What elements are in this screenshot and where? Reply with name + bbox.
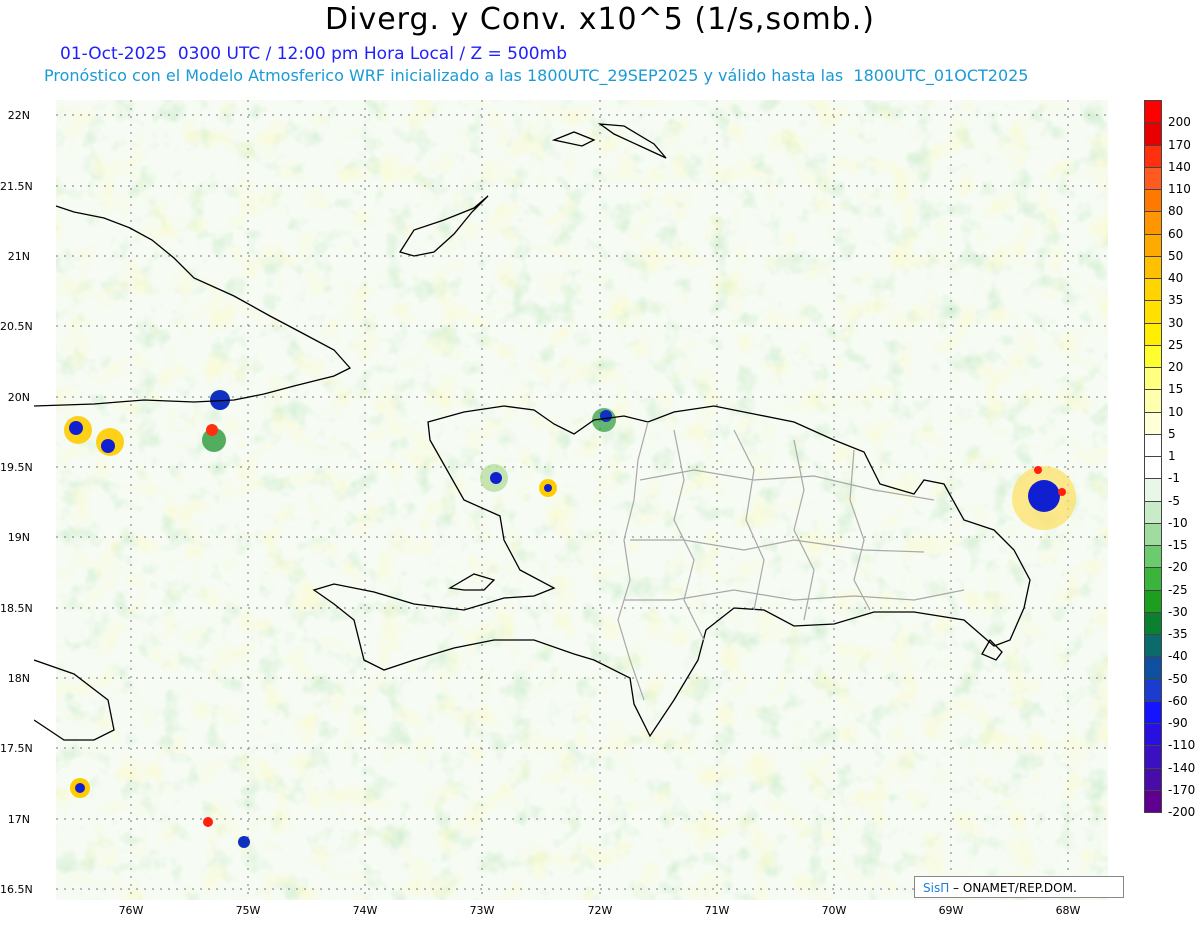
lat-label: 20N [7,391,30,404]
colorbar-label: 80 [1168,204,1184,219]
lat-label: 21N [7,250,30,263]
colorbar-label: 110 [1168,182,1191,196]
colorbar-swatch [1144,478,1162,502]
map-title: Diverg. y Conv. x10^5 (1/s,somb.) [325,2,875,37]
lat-label: 19.5N [0,461,33,474]
colorbar-swatch [1144,611,1162,635]
colorbar-label: -35 [1168,627,1188,641]
colorbar-swatch [1144,278,1162,302]
colorbar-swatch [1144,389,1162,413]
lat-label: 18.5N [0,602,33,615]
lat-label: 19N [7,531,30,544]
colorbar-swatch [1144,522,1162,546]
colorbar-label: -170 [1168,782,1196,797]
colorbar-swatch [1144,189,1162,213]
colorbar-label: 20 [1168,360,1184,374]
lon-label: 72W [587,904,613,917]
lon-label: 71W [704,904,730,917]
colorbar-swatch [1144,300,1162,324]
colorbar-label: -90 [1168,716,1188,730]
colorbar-label: -20 [1168,560,1188,575]
lon-label: 68W [1055,904,1081,917]
colorbar-label: -200 [1168,805,1196,819]
colorbar-swatch [1144,634,1162,658]
lon-label: 69W [938,904,964,917]
colorbar-swatch [1144,456,1162,480]
colorbar-label: 30 [1168,315,1184,330]
colorbar-label: 1 [1168,449,1176,463]
colorbar-swatch [1144,255,1162,279]
colorbar-swatch [1144,211,1162,235]
colorbar-swatch [1144,344,1162,368]
colorbar-label: -140 [1168,760,1196,775]
credit-text: ONAMET/REP.DOM. [959,881,1077,895]
lat-label: 20.5N [0,320,33,333]
credit-box: SisΠ – ONAMET/REP.DOM. [914,876,1124,898]
lon-label: 75W [235,904,261,917]
model-run-subtitle: Pronóstico con el Modelo Atmosferico WRF… [44,66,1029,85]
colorbar-label: -1 [1168,471,1180,486]
colorbar-swatch [1144,367,1162,391]
lat-label: 17.5N [0,742,33,755]
colorbar-swatch [1144,100,1162,124]
lat-label: 18N [7,672,30,685]
colorbar-swatch [1144,745,1162,769]
colorbar-swatch [1144,589,1162,613]
colorbar-label: 140 [1168,159,1191,174]
colorbar-label: -25 [1168,582,1188,597]
colorbar-label: 60 [1168,226,1184,241]
colorbar-swatch [1144,789,1162,813]
divergence-field [56,100,1108,900]
valid-time-subtitle: 01-Oct-2025 0300 UTC / 12:00 pm Hora Loc… [60,44,567,64]
lat-label: 17N [7,813,30,826]
colorbar-swatch [1144,567,1162,591]
colorbar-swatch [1144,166,1162,190]
colorbar-swatch [1144,411,1162,435]
lat-label: 16.5N [0,883,33,896]
colorbar-label: -40 [1168,649,1188,664]
colorbar-swatch [1144,433,1162,457]
colorbar-label: 5 [1168,426,1176,441]
colorbar-label: -5 [1168,493,1180,508]
colorbar-swatch [1144,678,1162,702]
colorbar-swatch [1144,144,1162,168]
colorbar-label: 10 [1168,404,1184,419]
colorbar-swatch [1144,122,1162,146]
colorbar-swatch [1144,656,1162,680]
colorbar-label: 15 [1168,382,1184,397]
colorbar-label: 35 [1168,293,1184,308]
lat-label: 22N [7,109,30,122]
lon-label: 73W [469,904,495,917]
colorbar-label: -110 [1168,738,1196,753]
sispi-logo: SisΠ [923,881,950,895]
colorbar-swatch [1144,723,1162,747]
colorbar-label: -50 [1168,671,1188,686]
colorbar-label: -60 [1168,693,1188,708]
colorbar-swatch [1144,233,1162,257]
colorbar-swatch [1144,322,1162,346]
map-plot [34,100,1130,900]
colorbar-label: 200 [1168,115,1191,130]
lon-label: 74W [352,904,378,917]
colorbar-label: 170 [1168,137,1191,152]
colorbar-label: 40 [1168,271,1184,285]
colorbar-label: 25 [1168,337,1184,352]
lon-label: 70W [821,904,847,917]
colorbar-swatch [1144,545,1162,569]
lat-label: 21.5N [0,180,33,193]
colorbar-label: -10 [1168,515,1188,530]
lon-label: 76W [118,904,144,917]
colorbar-swatch [1144,500,1162,524]
colorbar-swatch [1144,767,1162,791]
colorbar-swatch [1144,700,1162,724]
colorbar-label: -30 [1168,604,1188,619]
colorbar-label: -15 [1168,538,1188,552]
colorbar-label: 50 [1168,248,1184,263]
